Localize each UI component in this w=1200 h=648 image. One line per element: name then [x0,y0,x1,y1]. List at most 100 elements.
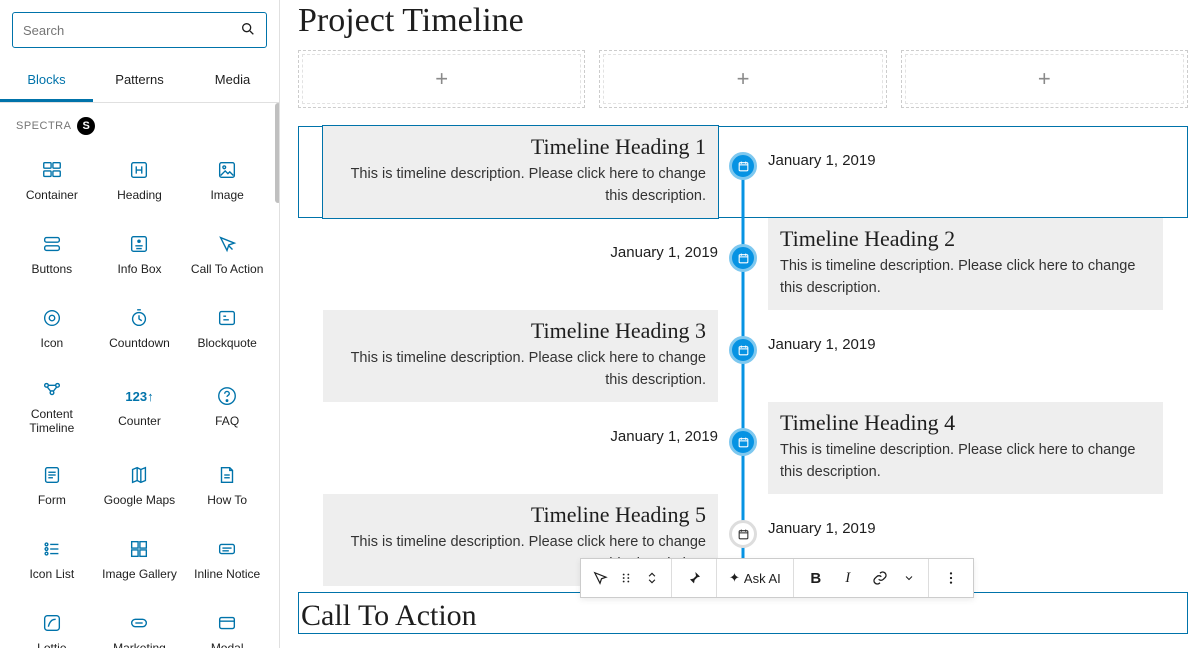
blocks-panel: SPECTRA S Container Heading Image Button… [0,103,279,648]
modal-icon [215,611,239,635]
block-label: Buttons [31,262,72,276]
block-modal[interactable]: Modal [183,596,271,648]
timeline-description[interactable]: This is timeline description. Please cli… [780,440,1151,484]
timeline-date[interactable]: January 1, 2019 [768,494,1163,537]
ask-ai-label: Ask AI [744,571,781,586]
image-icon [215,158,239,182]
move-up-down-button[interactable] [639,562,665,594]
page-title[interactable]: Project Timeline [298,0,1188,50]
block-label: Call To Action [191,262,264,276]
block-label: Inline Notice [194,567,260,581]
drag-handle-icon[interactable] [613,562,639,594]
scrollbar-thumb[interactable] [275,103,279,203]
plus-icon: + [1038,66,1051,92]
column-appender-2[interactable]: + [599,50,886,108]
timeline-date[interactable]: January 1, 2019 [768,310,1163,353]
faq-icon [215,384,239,408]
block-faq[interactable]: FAQ [183,365,271,448]
lottie-icon [40,611,64,635]
inserter-sidebar: Blocks Patterns Media SPECTRA S Containe… [0,0,280,648]
heading-icon [127,158,151,182]
timeline-description[interactable]: This is timeline description. Please cli… [780,256,1151,300]
block-marketing[interactable]: Marketing [96,596,184,648]
timeline-icon [40,377,64,401]
timeline-heading[interactable]: Timeline Heading 1 [335,134,706,160]
block-type-button[interactable] [587,562,613,594]
form-icon [40,463,64,487]
cta-heading-text[interactable]: Call To Action [299,599,477,632]
timeline-date[interactable]: January 1, 2019 [323,402,718,445]
marketing-icon [127,611,151,635]
tab-blocks[interactable]: Blocks [0,60,93,102]
block-label: Marketing [113,641,166,648]
content-timeline-block[interactable]: Timeline Heading 1 This is timeline desc… [298,126,1188,586]
timeline-marker-icon [729,244,757,272]
blockquote-icon [215,306,239,330]
container-icon [40,158,64,182]
italic-button[interactable]: I [832,562,864,594]
block-label: Blockquote [197,336,256,350]
timeline-marker-icon [729,152,757,180]
timeline-heading[interactable]: Timeline Heading 5 [335,502,706,528]
block-icon-list[interactable]: Icon List [8,522,96,596]
countdown-icon [127,306,151,330]
block-blockquote[interactable]: Blockquote [183,291,271,365]
timeline-description[interactable]: This is timeline description. Please cli… [335,348,706,392]
block-label: Countdown [109,336,170,350]
search-icon [240,21,256,40]
timeline-marker-icon [729,520,757,548]
column-appender-3[interactable]: + [901,50,1188,108]
search-input[interactable] [23,23,240,38]
plus-icon: + [737,66,750,92]
cta-block[interactable]: Call To Action [298,592,1188,634]
block-content-timeline[interactable]: Content Timeline [8,365,96,448]
timeline-heading[interactable]: Timeline Heading 3 [335,318,706,344]
section-header-spectra: SPECTRA S [8,103,271,143]
block-info-box[interactable]: Info Box [96,217,184,291]
cta-icon [215,232,239,256]
block-label: Google Maps [104,493,175,507]
bold-button[interactable]: B [800,562,832,594]
block-google-maps[interactable]: Google Maps [96,448,184,522]
link-button[interactable] [864,562,896,594]
columns-block[interactable]: + + + [298,50,1188,108]
block-label: Counter [118,414,161,428]
timeline-marker-icon [729,336,757,364]
block-label: Modal [211,641,244,648]
block-heading[interactable]: Heading [96,143,184,217]
block-label: FAQ [215,414,239,428]
timeline-heading[interactable]: Timeline Heading 4 [780,410,1151,436]
block-label: Info Box [117,262,161,276]
timeline-date[interactable]: January 1, 2019 [768,126,1163,169]
search-wrap [0,0,279,60]
block-image-gallery[interactable]: Image Gallery [96,522,184,596]
timeline-heading[interactable]: Timeline Heading 2 [780,226,1151,252]
block-grid: Container Heading Image Buttons Info Box… [8,143,271,648]
block-form[interactable]: Form [8,448,96,522]
block-container[interactable]: Container [8,143,96,217]
block-icon[interactable]: Icon [8,291,96,365]
options-button[interactable] [935,562,967,594]
block-counter[interactable]: 123↑ Counter [96,365,184,448]
search-box[interactable] [12,12,267,48]
tab-patterns[interactable]: Patterns [93,60,186,102]
more-rich-text-button[interactable] [896,562,922,594]
column-appender-1[interactable]: + [298,50,585,108]
block-image[interactable]: Image [183,143,271,217]
notice-icon [215,537,239,561]
timeline-date[interactable]: January 1, 2019 [323,218,718,261]
info-box-icon [127,232,151,256]
block-label: Image Gallery [102,567,177,581]
block-inline-notice[interactable]: Inline Notice [183,522,271,596]
block-buttons[interactable]: Buttons [8,217,96,291]
block-label: Image [210,188,243,202]
block-countdown[interactable]: Countdown [96,291,184,365]
pin-button[interactable] [678,562,710,594]
block-how-to[interactable]: How To [183,448,271,522]
ask-ai-button[interactable]: ✦ Ask AI [723,570,787,586]
timeline-description[interactable]: This is timeline description. Please cli… [335,164,706,208]
tab-media[interactable]: Media [186,60,279,102]
block-label: Icon [40,336,63,350]
block-lottie[interactable]: Lottie [8,596,96,648]
block-call-to-action[interactable]: Call To Action [183,217,271,291]
